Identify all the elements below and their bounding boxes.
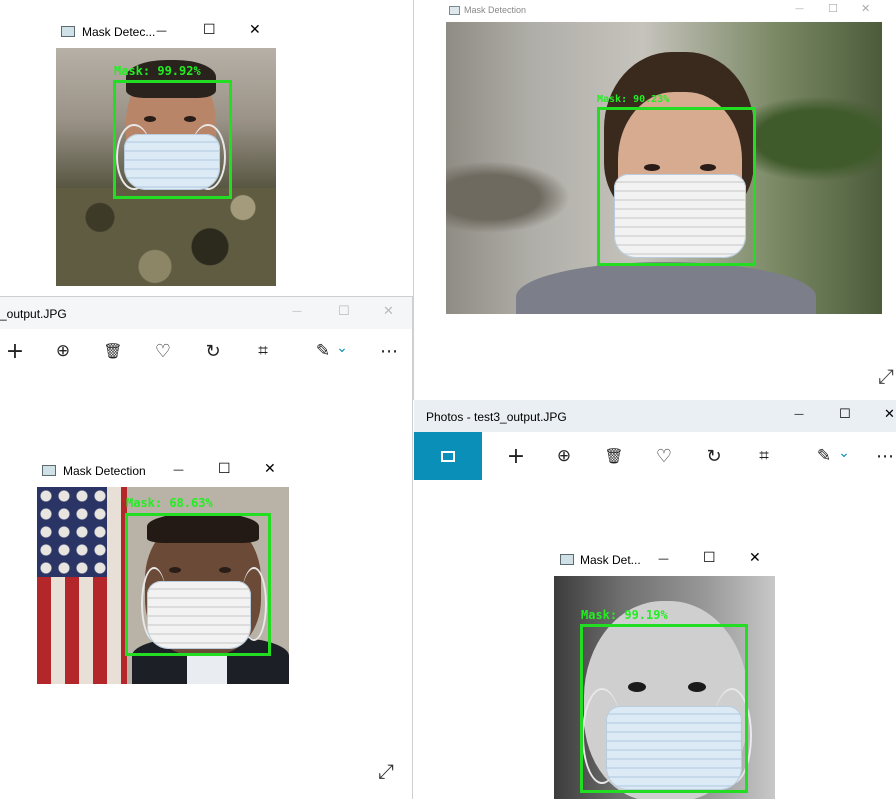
close-button[interactable]: ✕ xyxy=(749,550,761,566)
mask-detection-window-2: Mask Detection — ☐ ✕ Mask: 90.23% xyxy=(442,0,884,316)
close-button[interactable]: ✕ xyxy=(383,304,394,319)
maximize-button[interactable]: ☐ xyxy=(828,2,838,15)
detection-label: Mask: 99.19% xyxy=(581,608,668,622)
mask-detection-window-4: Mask Det... — ☐ ✕ Mask: 99.19% xyxy=(554,545,775,799)
window-titlebar[interactable]: Mask Detec... — ☐ ✕ xyxy=(55,17,276,47)
detection-label: Mask: 90.23% xyxy=(597,94,670,105)
minimize-button[interactable]: — xyxy=(658,552,669,565)
minimize-button[interactable]: — xyxy=(795,4,804,14)
close-button[interactable]: ✕ xyxy=(264,461,276,477)
photos-window-right: Photos - test3_output.JPG — ☐ ✕ + ⊕ 🗑 ♡ … xyxy=(414,400,896,799)
maximize-button[interactable]: ☐ xyxy=(338,304,350,319)
minimize-button[interactable]: — xyxy=(173,463,184,476)
minimize-button[interactable]: — xyxy=(156,24,167,37)
image-icon xyxy=(441,450,455,462)
window-titlebar[interactable]: Mask Det... — ☐ ✕ xyxy=(554,545,775,575)
rotate-icon[interactable]: ↻ xyxy=(699,441,729,471)
detection-box xyxy=(125,513,271,656)
crop-icon[interactable]: ⌗ xyxy=(749,441,779,471)
minimize-button[interactable]: — xyxy=(292,306,302,317)
window-titlebar[interactable]: Mask Detection — ☐ ✕ xyxy=(36,455,290,487)
maximize-button[interactable]: ☐ xyxy=(703,550,716,566)
window-title: Mask Det... xyxy=(580,553,641,567)
more-icon[interactable]: ⋯ xyxy=(374,336,404,366)
desktop-expand-icon[interactable]: ⤢ xyxy=(878,364,894,388)
window-titlebar[interactable]: Mask Detection — ☐ ✕ xyxy=(442,0,884,22)
app-icon xyxy=(61,26,75,37)
detection-label: Mask: 99.92% xyxy=(114,64,201,78)
minimize-button[interactable]: — xyxy=(794,409,804,420)
detection-label: Mask: 68.63% xyxy=(126,496,213,510)
favorite-icon[interactable]: ♡ xyxy=(649,441,679,471)
delete-icon[interactable]: 🗑 xyxy=(98,336,128,366)
app-icon xyxy=(449,6,460,15)
detection-image: Mask: 90.23% xyxy=(446,22,882,314)
detection-box xyxy=(113,80,232,199)
expand-icon[interactable]: ⤢ xyxy=(378,759,394,783)
add-icon[interactable]: + xyxy=(0,336,30,366)
image-view-button[interactable] xyxy=(414,432,482,480)
close-button[interactable]: ✕ xyxy=(884,407,895,422)
favorite-icon[interactable]: ♡ xyxy=(148,336,178,366)
chevron-down-icon[interactable]: ⌄ xyxy=(834,438,854,468)
close-button[interactable]: ✕ xyxy=(249,22,261,38)
maximize-button[interactable]: ☐ xyxy=(839,407,851,422)
photos-titlebar[interactable]: Photos - test3_output.JPG — ☐ ✕ xyxy=(414,400,896,432)
app-icon xyxy=(560,554,574,565)
maximize-button[interactable]: ☐ xyxy=(203,22,216,38)
window-title: Mask Detection xyxy=(464,5,527,15)
crop-icon[interactable]: ⌗ xyxy=(248,336,278,366)
detection-image: Mask: 99.19% xyxy=(554,576,775,799)
window-title: Photos - test3_output.JPG xyxy=(426,410,567,424)
maximize-button[interactable]: ☐ xyxy=(218,461,231,477)
close-button[interactable]: ✕ xyxy=(861,2,870,15)
window-title: Mask Detec... xyxy=(82,25,156,39)
detection-image: Mask: 68.63% xyxy=(37,487,289,684)
photos-window-left: _output.JPG — ☐ ✕ + ⊕ 🗑 ♡ ↻ ⌗ ✎ ⌄ ⋯ Mask… xyxy=(0,296,413,799)
photos-toolbar: + ⊕ 🗑 ♡ ↻ ⌗ ✎ ⌄ ⋯ xyxy=(0,333,412,373)
desktop-separator xyxy=(413,0,414,400)
rotate-icon[interactable]: ↻ xyxy=(198,336,228,366)
zoom-in-icon[interactable]: ⊕ xyxy=(48,336,78,366)
mask-detection-window-3: Mask Detection — ☐ ✕ Mask: 68.63% xyxy=(36,455,290,685)
camo-shirt xyxy=(56,188,276,286)
photos-toolbar: + ⊕ 🗑 ♡ ↻ ⌗ ✎ ⌄ ⋯ xyxy=(414,432,896,480)
detection-image: Mask: 99.92% xyxy=(56,48,276,286)
delete-icon[interactable]: 🗑 xyxy=(599,441,629,471)
chevron-down-icon[interactable]: ⌄ xyxy=(332,333,352,363)
mask-detection-window-1: Mask Detec... — ☐ ✕ Mask: 99.92% xyxy=(55,17,276,286)
add-icon[interactable]: + xyxy=(501,441,531,471)
app-icon xyxy=(42,465,56,476)
detection-box xyxy=(580,624,748,793)
more-icon[interactable]: ⋯ xyxy=(874,441,896,471)
window-title: Mask Detection xyxy=(63,464,146,478)
window-title: _output.JPG xyxy=(0,307,67,321)
photos-titlebar[interactable]: _output.JPG — ☐ ✕ xyxy=(0,297,412,329)
detection-box xyxy=(597,107,756,266)
flag-stars xyxy=(37,487,107,577)
zoom-in-icon[interactable]: ⊕ xyxy=(549,441,579,471)
